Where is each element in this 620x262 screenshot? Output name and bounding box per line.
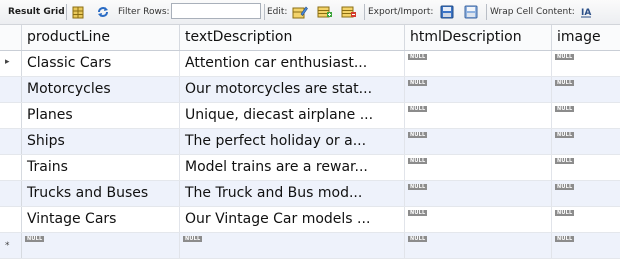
column-header-productline[interactable]: productLine: [22, 25, 180, 50]
result-grid-toolbar: Result Grid Filter Rows: Edit: Export/Im…: [0, 0, 620, 25]
image-cell[interactable]: NULL: [552, 207, 620, 232]
row-gutter[interactable]: [0, 77, 22, 102]
row-gutter[interactable]: [0, 181, 22, 206]
column-header-image[interactable]: image: [552, 25, 620, 50]
null-badge: NULL: [555, 236, 575, 242]
result-grid-label: Result Grid: [8, 7, 65, 17]
textdescription-cell[interactable]: Unique, diecast airplane ...: [180, 103, 405, 128]
filter-rows-input[interactable]: [171, 3, 261, 19]
toolbar-divider: [364, 4, 365, 20]
productline-cell[interactable]: Motorcycles: [22, 77, 180, 102]
null-badge: NULL: [408, 132, 428, 138]
table-row[interactable]: Trucks and Buses The Truck and Bus mod...…: [0, 181, 620, 207]
table-row[interactable]: Vintage Cars Our Vintage Car models ... NU…: [0, 207, 620, 233]
wrap-cell-label: Wrap Cell Content:: [490, 7, 575, 17]
null-badge: NULL: [555, 132, 575, 138]
null-badge: NULL: [408, 54, 428, 60]
filter-rows-label: Filter Rows:: [118, 7, 170, 17]
image-cell[interactable]: NULL: [552, 51, 620, 76]
row-gutter[interactable]: *: [0, 233, 22, 258]
null-badge: NULL: [408, 80, 428, 86]
export-icon[interactable]: [438, 0, 456, 24]
htmldescription-cell[interactable]: NULL: [405, 129, 552, 154]
row-gutter[interactable]: [0, 129, 22, 154]
grid-icon[interactable]: [69, 0, 87, 24]
productline-cell[interactable]: Planes: [22, 103, 180, 128]
image-cell[interactable]: NULL: [552, 233, 620, 258]
htmldescription-cell[interactable]: NULL: [405, 77, 552, 102]
add-row-icon[interactable]: [316, 0, 334, 24]
image-cell[interactable]: NULL: [552, 181, 620, 206]
column-header-row: productLine textDescription htmlDescript…: [0, 25, 620, 51]
null-badge: NULL: [25, 236, 45, 242]
null-badge: NULL: [408, 106, 428, 112]
null-badge: NULL: [555, 158, 575, 164]
htmldescription-cell[interactable]: NULL: [405, 103, 552, 128]
delete-row-icon[interactable]: [340, 0, 358, 24]
row-gutter[interactable]: [0, 155, 22, 180]
null-badge: NULL: [408, 236, 428, 242]
productline-cell[interactable]: Classic Cars: [22, 51, 180, 76]
table-row[interactable]: Trains Model trains are a rewar... NULL NUL…: [0, 155, 620, 181]
column-header-htmldescription[interactable]: htmlDescription: [405, 25, 552, 50]
textdescription-cell[interactable]: Model trains are a rewar...: [180, 155, 405, 180]
image-cell[interactable]: NULL: [552, 103, 620, 128]
export-import-label: Export/Import:: [368, 7, 434, 17]
textdescription-cell[interactable]: Our motorcycles are stat...: [180, 77, 405, 102]
htmldescription-cell[interactable]: NULL: [405, 51, 552, 76]
current-row-marker: ▸: [5, 57, 10, 67]
row-gutter[interactable]: [0, 207, 22, 232]
null-badge: NULL: [555, 184, 575, 190]
htmldescription-cell[interactable]: NULL: [405, 233, 552, 258]
refresh-icon[interactable]: [94, 0, 112, 24]
image-cell[interactable]: NULL: [552, 77, 620, 102]
table-row[interactable]: Planes Unique, diecast airplane ... NULL NU…: [0, 103, 620, 129]
toolbar-divider: [264, 4, 265, 20]
import-icon[interactable]: [462, 0, 480, 24]
textdescription-cell[interactable]: The perfect holiday or a...: [180, 129, 405, 154]
textdescription-cell[interactable]: Attention car enthusiast...: [180, 51, 405, 76]
null-badge: NULL: [408, 184, 428, 190]
null-badge: NULL: [408, 210, 428, 216]
edit-label: Edit:: [267, 7, 288, 17]
productline-cell[interactable]: NULL: [22, 233, 180, 258]
textdescription-cell[interactable]: Our Vintage Car models ...: [180, 207, 405, 232]
null-badge: NULL: [555, 106, 575, 112]
productline-cell[interactable]: Vintage Cars: [22, 207, 180, 232]
productline-cell[interactable]: Ships: [22, 129, 180, 154]
new-row[interactable]: * NULL NULL NULL NULL: [0, 233, 620, 259]
htmldescription-cell[interactable]: NULL: [405, 155, 552, 180]
row-gutter[interactable]: [0, 103, 22, 128]
table-row[interactable]: Motorcycles Our motorcycles are stat... NU…: [0, 77, 620, 103]
table-row[interactable]: Ships The perfect holiday or a... NULL NULL: [0, 129, 620, 155]
null-badge: NULL: [555, 54, 575, 60]
productline-cell[interactable]: Trucks and Buses: [22, 181, 180, 206]
toolbar-divider: [66, 4, 67, 20]
image-cell[interactable]: NULL: [552, 155, 620, 180]
productline-cell[interactable]: Trains: [22, 155, 180, 180]
row-gutter[interactable]: ▸: [0, 51, 22, 76]
header-gutter: [0, 25, 22, 50]
wrap-icon[interactable]: IA: [577, 0, 595, 24]
null-badge: NULL: [555, 210, 575, 216]
image-cell[interactable]: NULL: [552, 129, 620, 154]
toolbar-divider: [486, 4, 487, 20]
htmldescription-cell[interactable]: NULL: [405, 181, 552, 206]
htmldescription-cell[interactable]: NULL: [405, 207, 552, 232]
table-row[interactable]: ▸ Classic Cars Attention car enthusiast...…: [0, 51, 620, 77]
null-badge: NULL: [183, 236, 203, 242]
new-row-marker: *: [5, 241, 10, 251]
null-badge: NULL: [408, 158, 428, 164]
textdescription-cell[interactable]: The Truck and Bus mod...: [180, 181, 405, 206]
null-badge: NULL: [555, 80, 575, 86]
textdescription-cell[interactable]: NULL: [180, 233, 405, 258]
column-header-textdescription[interactable]: textDescription: [180, 25, 405, 50]
edit-row-icon[interactable]: [291, 0, 309, 24]
